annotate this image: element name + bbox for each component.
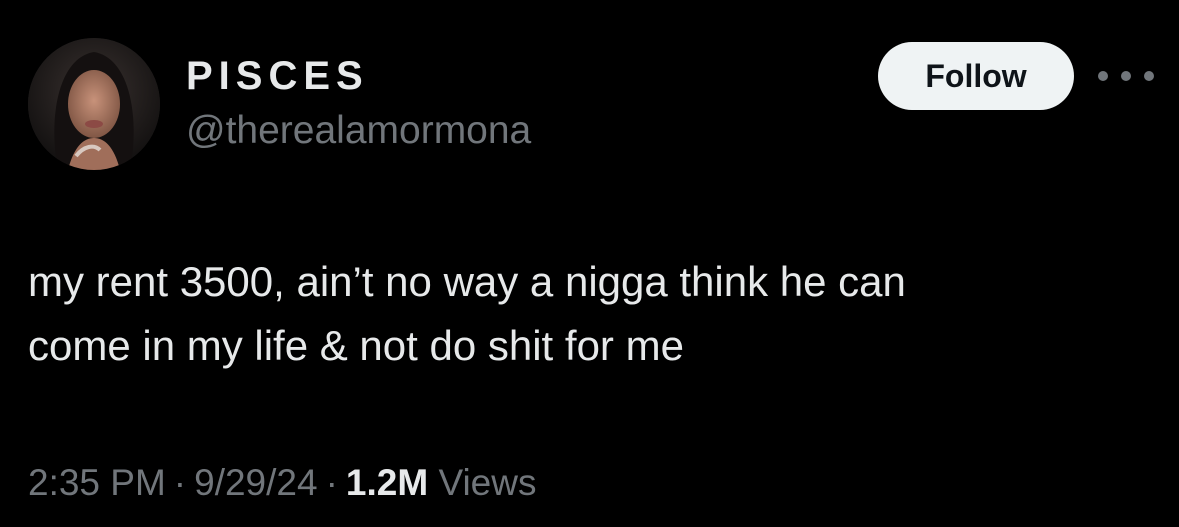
user-handle[interactable]: @therealamormona (186, 108, 531, 154)
tweet-meta: 2:35 PM · 9/29/24 · 1.2M Views (28, 458, 536, 508)
avatar-image (28, 38, 160, 170)
tweet-text: my rent 3500, ain’t no way a nigga think… (28, 250, 1148, 378)
views-count[interactable]: 1.2M (346, 462, 428, 503)
display-name[interactable]: PISCES (186, 52, 369, 100)
follow-button[interactable]: Follow (878, 42, 1074, 110)
more-options-icon[interactable] (1098, 62, 1154, 90)
tweet-text-line: my rent 3500, ain’t no way a nigga think… (28, 258, 906, 305)
dot (1144, 71, 1154, 81)
dot (1098, 71, 1108, 81)
dot (1121, 71, 1131, 81)
separator: · (173, 462, 187, 503)
separator: · (325, 462, 338, 503)
avatar[interactable] (28, 38, 160, 170)
tweet-time[interactable]: 2:35 PM (28, 462, 166, 503)
tweet-date[interactable]: 9/29/24 (194, 462, 317, 503)
views-label: Views (438, 462, 537, 503)
tweet-text-line: come in my life & not do shit for me (28, 322, 684, 369)
